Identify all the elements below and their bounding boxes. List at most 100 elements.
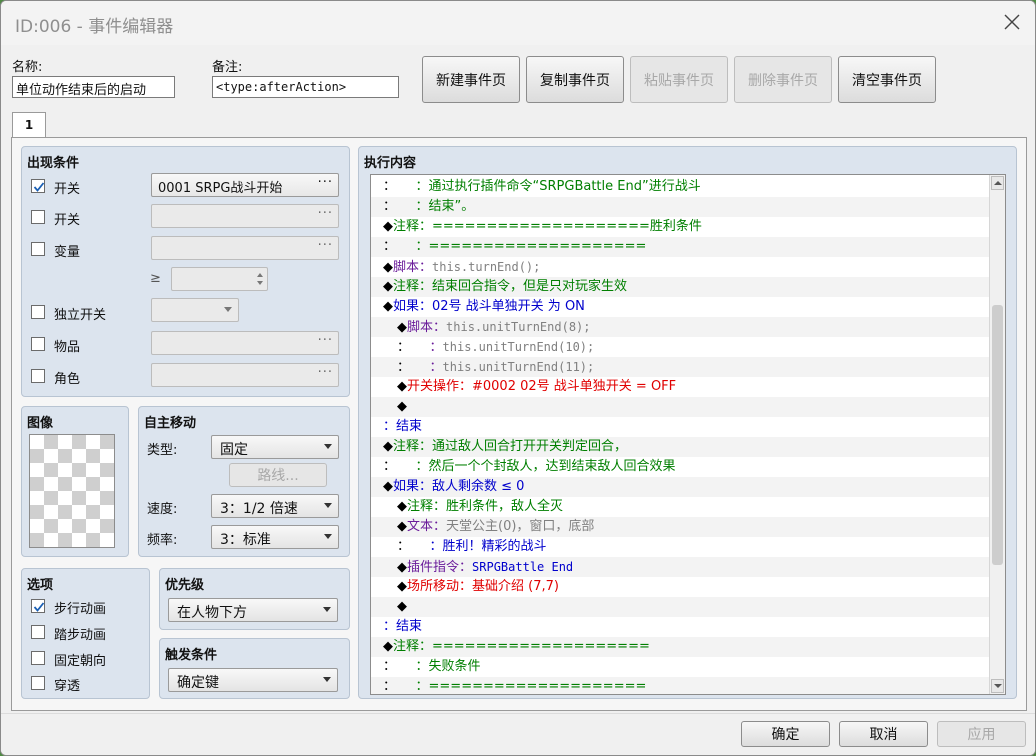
command-line[interactable]: ◆: [371, 397, 991, 417]
command-text: 注释：====================: [393, 639, 650, 654]
new-event-page-button[interactable]: 新建事件页: [422, 56, 520, 103]
note-field[interactable]: <type:afterAction>: [212, 76, 399, 98]
command-text: this.unitTurnEnd(10);: [442, 340, 595, 354]
command-line[interactable]: ： ：结束”。: [371, 197, 991, 217]
stepping-anime-checkbox[interactable]: [31, 625, 45, 639]
conditions-group: 出现条件 开关 0001 SRPG战斗开始 ··· 开关 ··· 变量 ··· …: [21, 146, 350, 397]
note-label: 备注:: [212, 60, 243, 75]
through-checkbox[interactable]: [31, 676, 45, 690]
command-text: ◆: [383, 639, 393, 654]
item-checkbox[interactable]: [31, 337, 45, 351]
command-line[interactable]: ： ：====================: [371, 237, 991, 257]
conditions-title: 出现条件: [27, 156, 80, 171]
stepping-anime-label: 踏步动画: [54, 628, 107, 643]
event-image-preview[interactable]: [29, 434, 115, 548]
command-text: ◆: [383, 479, 393, 494]
command-line[interactable]: ◆文本：天堂公主(0)，窗口，底部: [371, 517, 991, 537]
apply-button[interactable]: 应用: [937, 721, 1026, 747]
command-line[interactable]: ： ：然后一个个封敌人，达到结束敌人回合效果: [371, 457, 991, 477]
item-selector[interactable]: ···: [151, 331, 339, 355]
command-line[interactable]: ： ：失败条件: [371, 657, 991, 677]
close-button[interactable]: [999, 9, 1025, 35]
check-icon: [33, 602, 45, 612]
switch2-checkbox[interactable]: [31, 210, 45, 224]
actor-selector[interactable]: ···: [151, 363, 339, 387]
command-text: ◆: [397, 499, 407, 514]
command-line[interactable]: ◆如果：敌人剩余数 ≤ 0: [371, 477, 991, 497]
command-line[interactable]: ◆注释：胜利条件，敌人全灭: [371, 497, 991, 517]
command-line[interactable]: ： ：this.unitTurnEnd(11);: [371, 357, 991, 377]
autonomous-movement-group: 自主移动 类型: 固定 路线... 速度: 3：1/2 倍速 频率: 3：标准: [138, 406, 350, 557]
scroll-down-icon[interactable]: [991, 679, 1004, 693]
variable-value-spinner[interactable]: [171, 267, 268, 291]
title-bar: ID:006 - 事件编辑器: [1, 1, 1035, 45]
self-switch-select[interactable]: [151, 298, 239, 322]
paste-event-page-button[interactable]: 粘贴事件页: [630, 56, 728, 103]
variable-selector[interactable]: ···: [151, 236, 339, 260]
command-text: ◆: [383, 260, 393, 275]
walking-anime-checkbox[interactable]: [31, 599, 45, 613]
speed-select[interactable]: 3：1/2 倍速: [211, 494, 339, 518]
name-field[interactable]: 单位动作结束后的启动: [12, 76, 175, 98]
command-line[interactable]: ： ：this.unitTurnEnd(10);: [371, 337, 991, 357]
command-line[interactable]: ： ：通过执行插件命令“SRPGBattle End”进行战斗: [371, 177, 991, 197]
name-label: 名称:: [12, 60, 43, 75]
ok-button[interactable]: 确定: [741, 721, 830, 747]
route-button[interactable]: 路线...: [229, 463, 327, 487]
variable-checkbox[interactable]: [31, 242, 45, 256]
scroll-thumb[interactable]: [992, 305, 1003, 565]
command-line[interactable]: ： ：胜利！精彩的战斗: [371, 537, 991, 557]
variable-label: 变量: [54, 245, 81, 260]
command-text: 开关操作：#0002 02号 战斗单独开关 = OFF: [407, 379, 677, 394]
command-line[interactable]: ◆注释：====================: [371, 637, 991, 657]
scroll-up-icon[interactable]: [991, 176, 1004, 190]
command-line[interactable]: ◆注释：通过敌人回合打开开关判定回合，: [371, 437, 991, 457]
command-line[interactable]: ◆: [371, 597, 991, 617]
command-line[interactable]: ◆开关操作：#0002 02号 战斗单独开关 = OFF: [371, 377, 991, 397]
item-label: 物品: [54, 340, 81, 355]
direction-fix-label: 固定朝向: [54, 654, 107, 669]
command-line[interactable]: ◆脚本：this.unitTurnEnd(8);: [371, 317, 991, 337]
command-line[interactable]: ◆如果：02号 战斗单独开关 为 ON: [371, 297, 991, 317]
command-text: ◆: [397, 379, 407, 394]
command-text: 注释：胜利条件，敌人全灭: [407, 499, 564, 514]
command-text: ：: [403, 360, 443, 375]
trigger-select[interactable]: 确定键: [168, 668, 338, 692]
switch1-selector[interactable]: 0001 SRPG战斗开始 ···: [151, 173, 339, 197]
command-text: ：失败条件: [389, 659, 481, 674]
command-text: ：====================: [389, 679, 647, 694]
command-line[interactable]: ◆注释：结束回合指令，但是只对玩家生效: [371, 277, 991, 297]
spinner-arrows-icon: [257, 273, 263, 285]
frequency-select[interactable]: 3：标准: [211, 525, 339, 549]
command-text: ：====================: [389, 239, 647, 254]
command-text: ◆: [397, 560, 407, 575]
through-label: 穿透: [54, 679, 81, 694]
self-switch-checkbox[interactable]: [31, 305, 45, 319]
clear-event-page-button[interactable]: 清空事件页: [838, 56, 936, 103]
command-text: 文本：: [407, 519, 447, 534]
command-line[interactable]: ◆场所移动：基础介绍 (7,7): [371, 577, 991, 597]
cancel-button[interactable]: 取消: [839, 721, 928, 747]
vertical-scrollbar[interactable]: [989, 175, 1005, 694]
switch1-checkbox[interactable]: [31, 179, 45, 193]
tab-page-1[interactable]: 1: [12, 112, 46, 138]
contents-title: 执行内容: [364, 156, 417, 171]
command-line[interactable]: ◆脚本：this.turnEnd();: [371, 257, 991, 277]
copy-event-page-button[interactable]: 复制事件页: [526, 56, 624, 103]
command-line[interactable]: ： ：====================: [371, 677, 991, 694]
direction-fix-checkbox[interactable]: [31, 651, 45, 665]
command-text: ◆: [383, 439, 393, 454]
command-text: ◆: [397, 579, 407, 594]
priority-select[interactable]: 在人物下方: [168, 598, 338, 622]
movement-type-select[interactable]: 固定: [211, 435, 339, 459]
switch2-selector[interactable]: ···: [151, 204, 339, 228]
command-line[interactable]: ：结束: [371, 617, 991, 637]
command-text: ◆: [397, 320, 407, 335]
command-line[interactable]: ◆插件指令：SRPGBattle End: [371, 557, 991, 577]
switch1-label: 开关: [54, 182, 81, 197]
command-line[interactable]: ◆注释：====================胜利条件: [371, 217, 991, 237]
event-command-list[interactable]: ： ：通过执行插件命令“SRPGBattle End”进行战斗： ：结束”。 ◆注…: [370, 174, 1006, 695]
command-line[interactable]: ：结束: [371, 417, 991, 437]
delete-event-page-button[interactable]: 删除事件页: [734, 56, 832, 103]
actor-checkbox[interactable]: [31, 369, 45, 383]
